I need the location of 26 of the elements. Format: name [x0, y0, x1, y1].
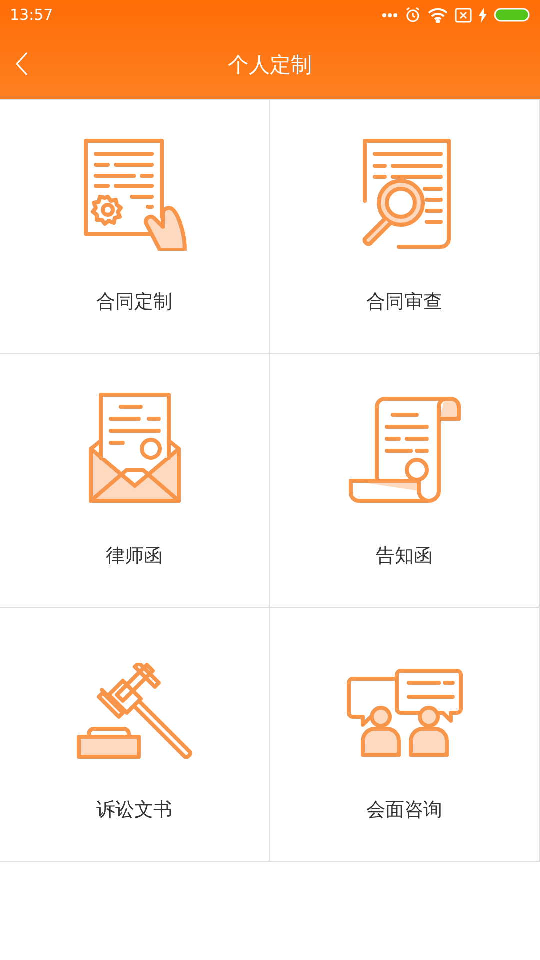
status-time: 13:57 — [10, 6, 54, 24]
document-hand-icon — [82, 137, 188, 251]
battery-icon — [494, 8, 530, 22]
scroll-icon — [346, 395, 462, 505]
alarm-icon — [405, 7, 421, 23]
charging-icon — [479, 8, 487, 22]
service-label: 律师函 — [106, 544, 163, 569]
service-tile[interactable]: 会面咨询 — [270, 608, 540, 862]
service-tile[interactable]: 律师函 — [0, 354, 270, 608]
service-label: 会面咨询 — [366, 798, 442, 823]
service-tile[interactable]: 诉讼文书 — [0, 608, 270, 862]
service-label: 合同定制 — [96, 290, 172, 315]
people-chat-icon — [346, 669, 462, 759]
service-label: 合同审查 — [366, 290, 442, 315]
gavel-icon — [76, 663, 192, 759]
page-title: 个人定制 — [228, 52, 312, 78]
sim-icon — [455, 8, 472, 22]
service-tile[interactable]: 合同审查 — [270, 100, 540, 354]
service-label: 诉讼文书 — [96, 798, 172, 823]
envelope-letter-icon — [86, 393, 182, 505]
more-dots-icon — [382, 12, 398, 18]
service-tile[interactable]: 告知函 — [270, 354, 540, 608]
back-icon[interactable] — [15, 52, 29, 76]
service-label: 告知函 — [376, 544, 433, 569]
wifi-icon — [428, 8, 448, 22]
service-tile[interactable]: 合同定制 — [0, 100, 270, 354]
